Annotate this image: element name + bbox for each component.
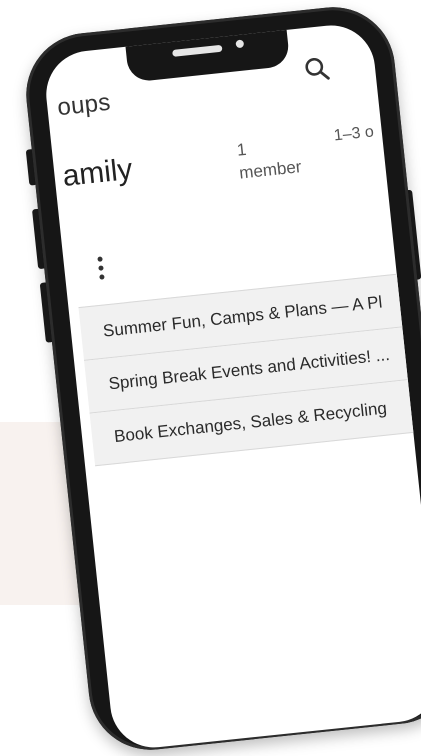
topic-list: Summer Fun, Camps & Plans — A Pl Spring … <box>78 271 421 467</box>
phone-mockup: oups ⋮ amily 1 member 1–3 o Summer Fun, … <box>16 0 421 756</box>
more-vertical-icon[interactable] <box>97 256 106 282</box>
member-label: member <box>238 157 303 183</box>
search-icon[interactable] <box>301 54 332 85</box>
group-name[interactable]: amily <box>61 153 134 194</box>
page-title: oups <box>56 88 112 122</box>
activity-text: 1–3 o <box>333 123 375 145</box>
member-count: 1 <box>235 139 248 160</box>
